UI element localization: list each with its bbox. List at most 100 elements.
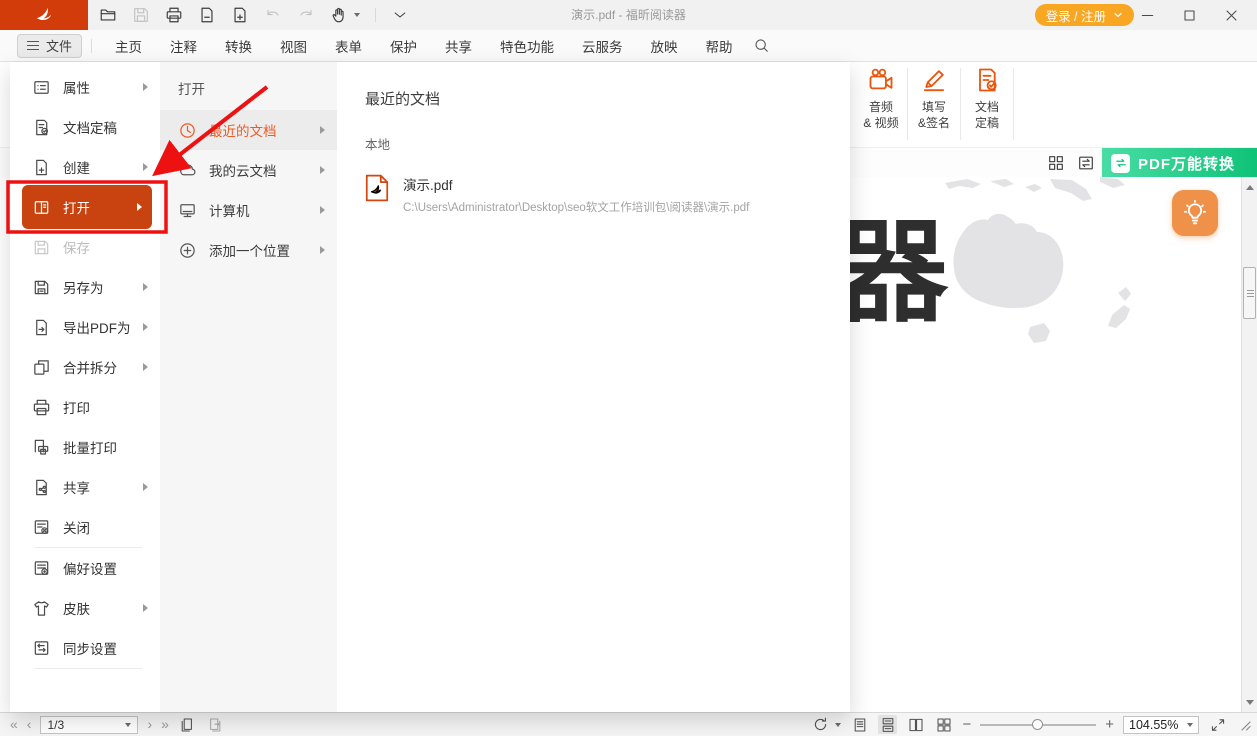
open-panel-item-computer[interactable]: 计算机 <box>160 190 337 230</box>
print-icon[interactable] <box>165 6 183 24</box>
undo-icon[interactable] <box>264 6 282 24</box>
menu-tab-slideshow[interactable]: 放映 <box>637 36 692 56</box>
ribbon-button-fill-sign[interactable]: 填写 &签名 <box>909 66 959 131</box>
open-panel-item-recent-docs[interactable]: 最近的文档 <box>160 110 337 150</box>
main-area: 音频 & 视频填写 &签名文档 定稿 PDF万能转换 器 <box>0 62 1257 712</box>
file-menu-item-save-as[interactable]: 另存为 <box>10 267 160 307</box>
maximize-button[interactable] <box>1168 0 1210 30</box>
search-icon[interactable] <box>749 33 775 59</box>
file-menu-item-merge-split[interactable]: 合并拆分 <box>10 347 160 387</box>
ribbon-button-doc-finalize[interactable]: 文档 定稿 <box>962 66 1012 131</box>
resize-grip[interactable] <box>1238 718 1251 731</box>
open-folder-icon[interactable] <box>99 6 117 24</box>
zoom-out-button[interactable]: − <box>962 715 971 735</box>
scroll-up-button[interactable] <box>1242 180 1257 195</box>
submenu-arrow-icon <box>143 604 148 612</box>
hamburger-icon <box>27 41 39 50</box>
menu-tab-view[interactable]: 视图 <box>266 36 321 56</box>
file-menu-item-doc-finalize[interactable]: 文档定稿 <box>10 107 160 147</box>
menu-tab-protect[interactable]: 保护 <box>376 36 431 56</box>
rotate-view-button[interactable] <box>811 715 830 734</box>
file-menu-item-properties[interactable]: 属性 <box>10 67 160 107</box>
zoom-level-combobox[interactable]: 104.55% <box>1123 716 1199 734</box>
doc-check-icon <box>972 66 1002 94</box>
zoom-in-button[interactable]: + <box>1105 715 1114 735</box>
login-register-button[interactable]: 登录 / 注册 <box>1035 4 1134 26</box>
fullscreen-button[interactable] <box>1208 715 1227 734</box>
open-panel: 打开 最近的文档我的云文档计算机添加一个位置 <box>160 62 337 712</box>
file-menu-item-close[interactable]: 关闭 <box>10 507 160 547</box>
menu-tab-home[interactable]: 主页 <box>101 36 156 56</box>
file-menu-item-print[interactable]: 打印 <box>10 387 160 427</box>
menu-tab-form[interactable]: 表单 <box>321 36 376 56</box>
file-menu-item-create[interactable]: 创建 <box>10 147 160 187</box>
multi-page-button[interactable] <box>934 715 953 734</box>
previous-view-button[interactable] <box>178 715 197 734</box>
close-button[interactable] <box>1210 0 1252 30</box>
hand-tool-icon[interactable] <box>330 6 348 24</box>
create-icon <box>32 158 51 177</box>
open-panel-item-my-cloud-docs[interactable]: 我的云文档 <box>160 150 337 190</box>
next-view-button[interactable] <box>206 715 225 734</box>
page-number-combobox[interactable]: 1/3 <box>40 716 138 734</box>
menu-tab-features[interactable]: 特色功能 <box>486 36 568 56</box>
print-icon <box>32 398 51 417</box>
rotate-dropdown-caret[interactable] <box>835 723 841 727</box>
page-convert-icon[interactable] <box>1076 153 1096 173</box>
file-menu-item-export-pdf[interactable]: 导出PDF为 <box>10 307 160 347</box>
file-menu-button[interactable]: 文件 <box>17 34 82 58</box>
login-register-label: 登录 / 注册 <box>1046 6 1106 25</box>
file-menu-item-label: 皮肤 <box>63 598 90 618</box>
menu-tab-share[interactable]: 共享 <box>431 36 486 56</box>
recent-file-name: 演示.pdf <box>403 174 749 194</box>
open-panel-item-add-location[interactable]: 添加一个位置 <box>160 230 337 270</box>
menu-tab-cloud[interactable]: 云服务 <box>568 36 637 56</box>
menu-tab-convert[interactable]: 转换 <box>211 36 266 56</box>
ribbon-separator <box>1013 68 1014 140</box>
menu-tab-comment[interactable]: 注释 <box>156 36 211 56</box>
page-indicator: 1/3 <box>47 718 64 732</box>
more-tools-grid-icon[interactable] <box>1046 153 1066 173</box>
open-panel-item-label: 最近的文档 <box>209 120 277 140</box>
menu-tab-help[interactable]: 帮助 <box>692 36 747 56</box>
single-page-button[interactable] <box>850 715 869 734</box>
file-menu-item-skin[interactable]: 皮肤 <box>10 588 160 628</box>
facing-page-button[interactable] <box>906 715 925 734</box>
next-page-button[interactable]: › <box>147 713 152 736</box>
prev-page-button[interactable]: ‹ <box>27 713 32 736</box>
file-menu-item-open[interactable]: 打开 <box>22 185 152 229</box>
ribbon-separator <box>960 68 961 140</box>
recent-file-item[interactable]: 演示.pdfC:\Users\Administrator\Desktop\seo… <box>365 174 850 215</box>
file-menu-item-sync-settings[interactable]: 同步设置 <box>10 628 160 668</box>
first-page-button[interactable]: « <box>10 713 18 736</box>
save-icon[interactable] <box>132 6 150 24</box>
continuous-page-button[interactable] <box>878 715 897 734</box>
file-menu-item-label: 保存 <box>63 237 90 257</box>
file-menu-item-share[interactable]: 共享 <box>10 467 160 507</box>
file-menu-item-label: 打开 <box>63 197 90 217</box>
new-doc-icon[interactable] <box>231 6 249 24</box>
scroll-thumb[interactable] <box>1243 267 1256 319</box>
file-menu-item-label: 关闭 <box>63 517 90 537</box>
file-menu-item-batch-print[interactable]: 批量打印 <box>10 427 160 467</box>
zoom-slider[interactable] <box>980 719 1096 731</box>
minimize-button[interactable] <box>1126 0 1168 30</box>
scroll-down-button[interactable] <box>1242 695 1257 710</box>
close-doc-icon <box>32 518 51 537</box>
ribbon-button-label: 填写 &签名 <box>909 99 959 131</box>
submenu-arrow-icon <box>320 206 325 214</box>
ribbon-button-audio-video[interactable]: 音频 & 视频 <box>856 66 906 131</box>
pdf-converter-button[interactable]: PDF万能转换 <box>1102 148 1257 178</box>
export-doc-icon[interactable] <box>198 6 216 24</box>
last-page-button[interactable]: » <box>161 713 169 736</box>
submenu-arrow-icon <box>143 163 148 171</box>
combo-caret-icon <box>125 723 131 727</box>
zoom-slider-thumb[interactable] <box>1032 719 1043 730</box>
vertical-scrollbar[interactable] <box>1241 177 1257 712</box>
file-menu-item-preferences[interactable]: 偏好设置 <box>10 548 160 588</box>
hand-tool-dropdown-caret[interactable] <box>354 13 360 17</box>
redo-icon[interactable] <box>297 6 315 24</box>
menu-bar: 文件 主页注释转换视图表单保护共享特色功能云服务放映帮助 <box>0 30 1257 62</box>
collapse-toolbar-chevron-icon[interactable] <box>391 6 409 24</box>
tip-lightbulb-button[interactable] <box>1172 190 1218 236</box>
